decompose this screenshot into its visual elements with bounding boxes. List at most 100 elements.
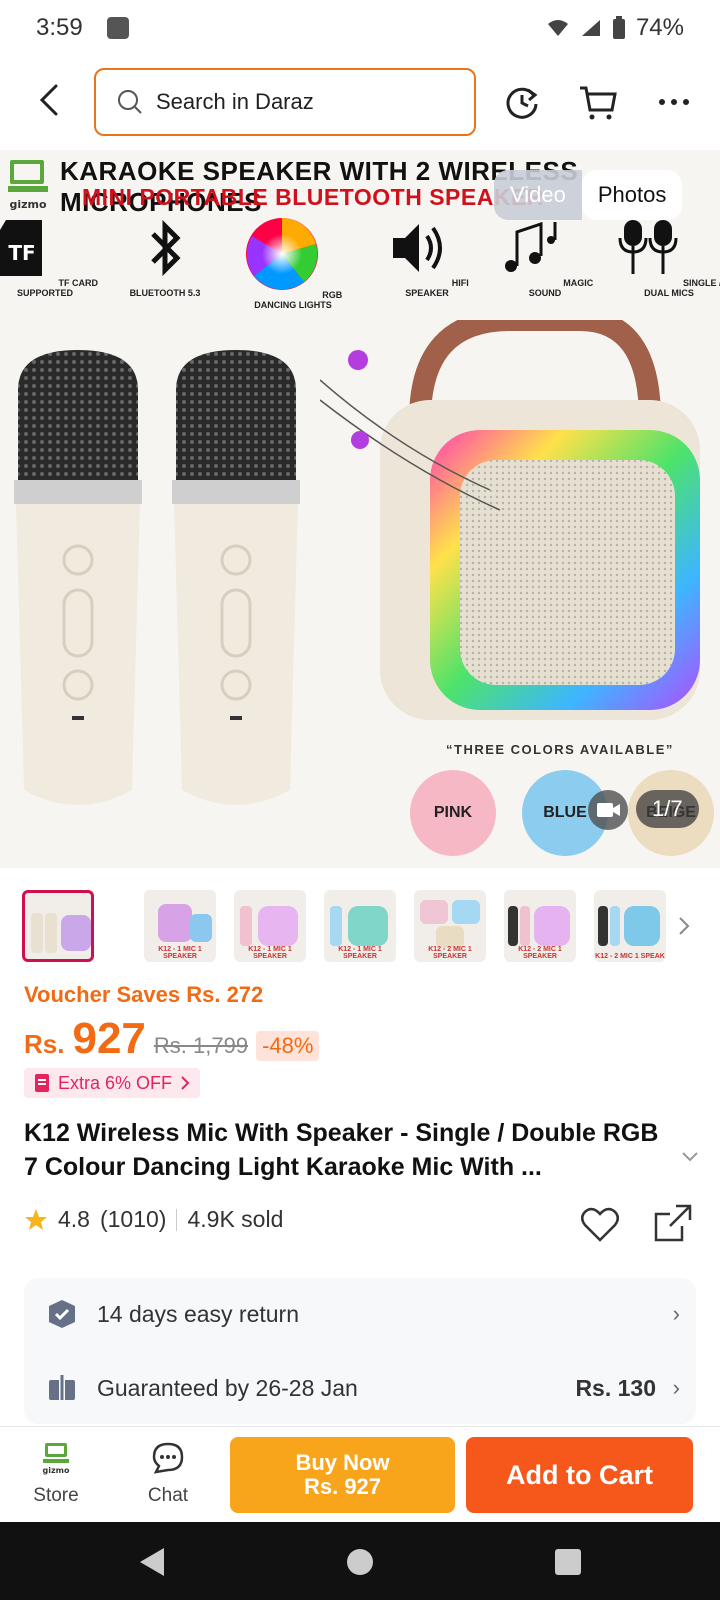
image-counter: 1/7: [636, 790, 699, 828]
buy-now-button[interactable]: Buy Now Rs. 927: [230, 1437, 455, 1513]
speaker-icon: [393, 224, 443, 272]
original-price: Rs. 1,799: [153, 1033, 249, 1058]
svg-text:TF: TF: [8, 241, 35, 265]
wifi-icon: [547, 20, 568, 36]
product-image-gallery[interactable]: gizmo KARAOKE SPEAKER WITH 2 WIRELESS MI…: [0, 150, 720, 868]
microphone-image-2: [172, 350, 300, 805]
microphone-image-1: [14, 350, 142, 805]
music-notes-icon: [504, 221, 557, 272]
feature-mics: SINGLE / DUAL MICS: [614, 216, 720, 298]
discount-badge: -48%: [256, 1031, 320, 1061]
thumbnail-item[interactable]: K12 - 2 MIC 1 SPEAK: [594, 890, 666, 962]
banner-subtitle: MINI PORTABLE BLUETOOTH SPEAKER: [82, 184, 544, 210]
nav-home-icon[interactable]: [344, 1546, 376, 1578]
rating-row[interactable]: 4.8 (1010) 4.9K sold: [24, 1206, 283, 1233]
extra-off-text: Extra 6% OFF: [58, 1072, 173, 1093]
buy-now-label: Buy Now: [295, 1450, 390, 1475]
thumbnail-item[interactable]: K12 - 1 MIC 1 SPEAKER: [234, 890, 306, 962]
tf-card-icon: TF: [0, 220, 42, 276]
chevron-right-icon: ›: [672, 1301, 680, 1326]
notification-icon: [106, 17, 129, 39]
gizmo-logo: gizmo: [8, 160, 48, 211]
top-bar: Search in Daraz: [0, 64, 720, 136]
rating-value: 4.8: [58, 1206, 90, 1232]
store-icon: gizmo: [43, 1443, 70, 1475]
chat-button[interactable]: Chat: [128, 1441, 208, 1507]
feature-tf-card: TF TF CARD SUPPORTED: [0, 216, 100, 298]
speaker-image: [320, 320, 700, 720]
search-placeholder: Search in Daraz: [156, 89, 314, 114]
back-arrow-icon[interactable]: [32, 82, 68, 118]
return-policy-text: 14 days easy return: [97, 1300, 300, 1327]
video-camera-icon: [597, 803, 620, 817]
coupon-icon: [35, 1074, 49, 1092]
search-input[interactable]: Search in Daraz: [94, 68, 476, 136]
media-toggle: Video Photos: [494, 170, 683, 220]
price-block: Rs. 927 Rs. 1,799 -48%: [24, 1014, 320, 1064]
photos-tab[interactable]: Photos: [581, 170, 683, 220]
sold-count: 4.9K sold: [187, 1206, 284, 1232]
bottom-action-bar: gizmo Store Chat Buy Now Rs. 927 Add to …: [0, 1426, 720, 1522]
share-icon[interactable]: [652, 1202, 694, 1244]
return-policy-row[interactable]: 14 days easy return ›: [24, 1284, 696, 1344]
nav-back-icon[interactable]: [136, 1546, 168, 1578]
delivery-box-icon: [49, 1375, 75, 1400]
feature-magic-sound: MAGIC SOUND: [490, 216, 600, 298]
search-icon: [118, 90, 142, 114]
brand-text: gizmo: [9, 198, 47, 211]
signal-icon: [581, 20, 600, 36]
history-icon[interactable]: [502, 82, 542, 122]
thumbnail-image: [31, 913, 91, 953]
feature-hifi: HIFI SPEAKER: [372, 216, 482, 298]
star-icon: [25, 1208, 47, 1230]
svg-text:gizmo: gizmo: [43, 1466, 70, 1475]
more-icon[interactable]: [654, 82, 694, 122]
chat-label: Chat: [147, 1485, 189, 1506]
rgb-wheel-icon: [245, 218, 318, 290]
battery-icon: [612, 16, 625, 39]
product-title: K12 Wireless Mic With Speaker - Single /…: [24, 1119, 659, 1181]
status-bar: 3:59 74%: [0, 0, 720, 56]
thumbnail-item[interactable]: K12 - 1 MIC 1 SPEAKER: [144, 890, 216, 962]
thumbnail-strip: K12 - 1 MIC 1 SPEAKER K12 - 1 MIC 1 SPEA…: [0, 888, 720, 968]
thumbnail-item[interactable]: K12 - 2 MIC 1 SPEAKER: [504, 890, 576, 962]
chevron-right-icon: [181, 1076, 190, 1090]
price-amount: 927: [72, 1014, 146, 1063]
video-tab[interactable]: Video: [494, 170, 582, 220]
thumbnail-next-icon[interactable]: [676, 916, 692, 936]
delivery-price: Rs. 130: [575, 1374, 656, 1401]
thumbnail-item[interactable]: K12 - 1 MIC 1 SPEAKER: [324, 890, 396, 962]
store-button[interactable]: gizmo Store: [16, 1441, 96, 1507]
battery-percent: 74%: [635, 14, 684, 41]
voucher-text[interactable]: Voucher Saves Rs. 272: [24, 982, 263, 1008]
thumbnail-image: [598, 906, 660, 946]
chat-icon: [152, 1442, 184, 1474]
feature-rgb: RGB DANCING LIGHTS: [238, 216, 348, 310]
feature-bluetooth: BLUETOOTH 5.3: [110, 216, 220, 298]
chevron-down-icon[interactable]: [680, 1146, 700, 1166]
system-navigation-bar: [0, 1522, 720, 1600]
price-currency: Rs.: [24, 1029, 65, 1059]
thumbnail-item[interactable]: [22, 890, 94, 962]
swatch-pink: PINK: [410, 770, 496, 856]
service-card: 14 days easy return › Guaranteed by 26-2…: [24, 1278, 696, 1424]
mics-icon: [618, 220, 678, 274]
extra-off-badge[interactable]: Extra 6% OFF: [24, 1068, 201, 1098]
buy-now-price: Rs. 927: [303, 1474, 382, 1499]
chevron-right-icon: ›: [672, 1375, 680, 1400]
divider: [176, 1208, 178, 1231]
store-label: Store: [33, 1485, 79, 1506]
cart-icon[interactable]: [578, 82, 618, 122]
status-time: 3:59: [36, 14, 83, 41]
thumbnail-item[interactable]: K12 - 2 MIC 1 SPEAKER: [414, 890, 486, 962]
add-to-cart-button[interactable]: Add to Cart: [466, 1437, 693, 1513]
video-play-button[interactable]: [588, 790, 628, 830]
review-count: (1010): [99, 1206, 167, 1232]
wishlist-heart-icon[interactable]: [580, 1204, 620, 1244]
nav-recents-icon[interactable]: [552, 1546, 584, 1578]
colors-caption: “THREE COLORS AVAILABLE”: [446, 742, 674, 757]
delivery-row[interactable]: Guaranteed by 26-28 Jan Rs. 130 ›: [24, 1358, 696, 1418]
bluetooth-icon: [151, 219, 181, 277]
delivery-text: Guaranteed by 26-28 Jan: [97, 1374, 358, 1401]
shield-check-icon: [49, 1300, 75, 1328]
